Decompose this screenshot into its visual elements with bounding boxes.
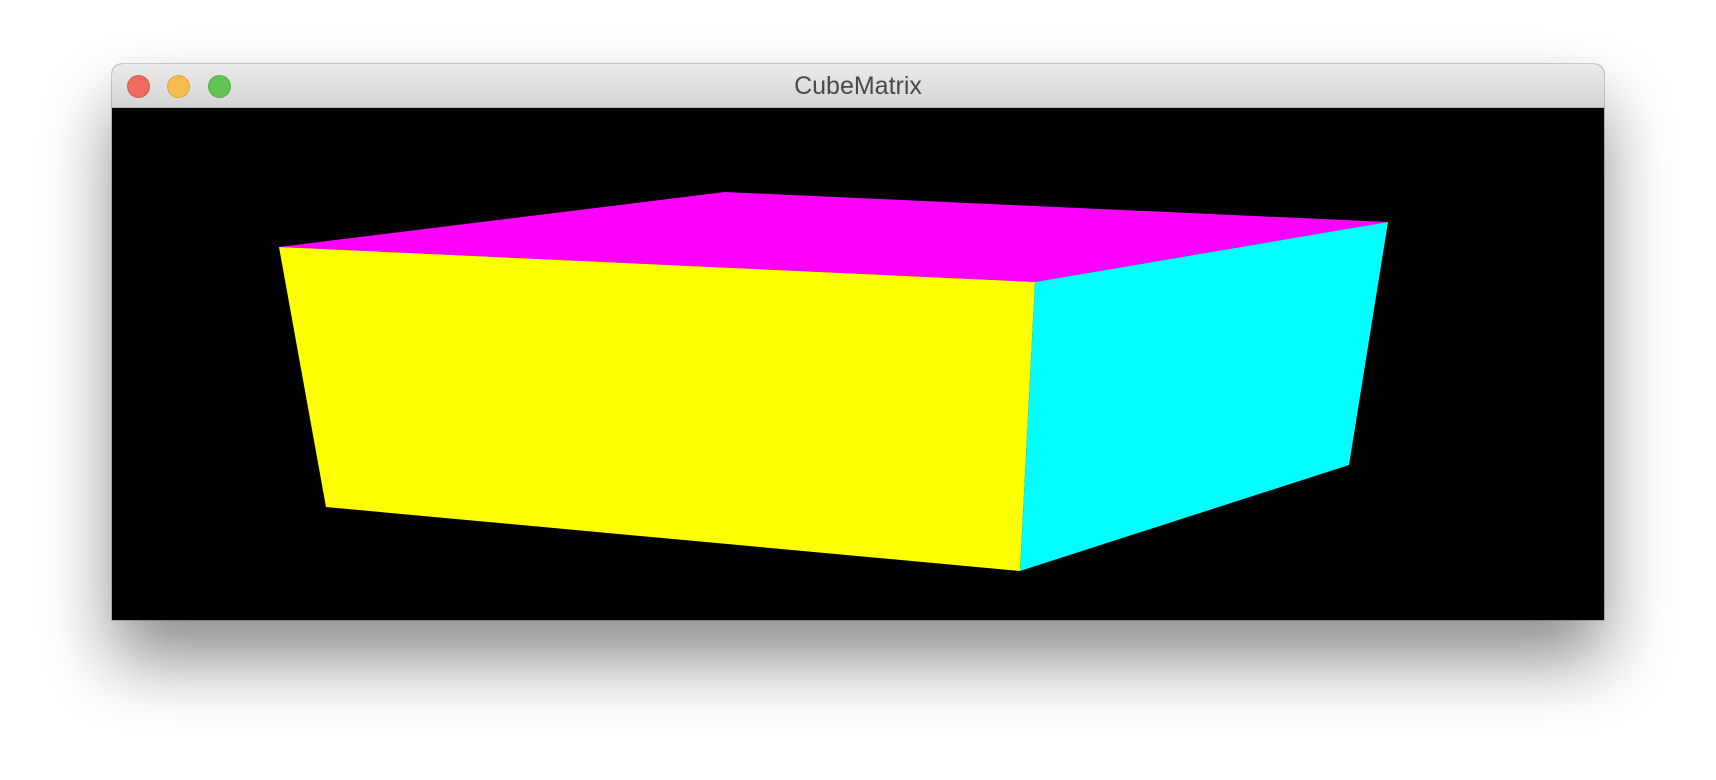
title-bar[interactable]: CubeMatrix: [112, 64, 1604, 108]
window-title: CubeMatrix: [794, 72, 922, 100]
render-viewport[interactable]: [112, 108, 1604, 620]
cube-render: [112, 108, 1604, 620]
app-window: CubeMatrix: [112, 64, 1604, 620]
